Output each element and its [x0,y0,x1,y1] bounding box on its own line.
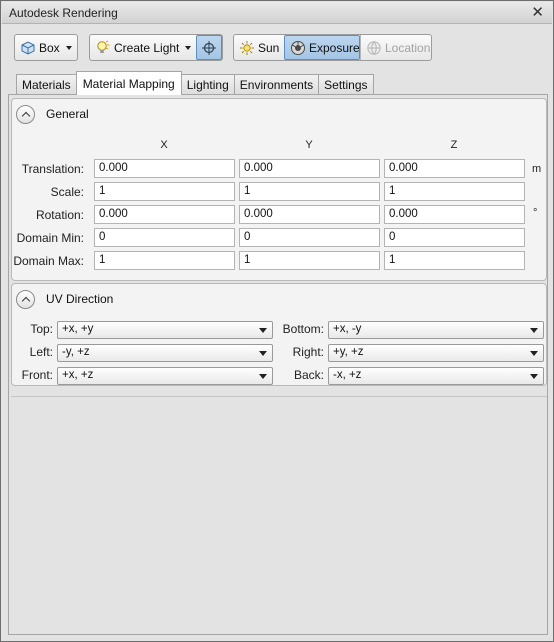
domain-max-z-field[interactable]: 1 [384,251,525,270]
uv-bottom-label: Bottom: [282,322,324,336]
box-group: Box [14,34,78,61]
sun-group: Sun Exposure Location [233,34,432,61]
light-target-button[interactable] [196,35,222,60]
uv-back-label: Back: [293,368,324,382]
window-title: Autodesk Rendering [9,6,118,20]
uv-back-select[interactable]: -x, +z [328,367,544,385]
general-header: General [16,104,89,124]
domain-max-y-field[interactable]: 1 [239,251,380,270]
tab-settings[interactable]: Settings [318,74,374,95]
scale-z-field[interactable]: 1 [384,182,525,201]
tab-environments[interactable]: Environments [233,74,320,95]
translation-y-field[interactable]: 0.000 [239,159,380,178]
rotation-x-field[interactable]: 0.000 [94,205,235,224]
uv-direction-header: UV Direction [16,289,113,309]
uv-bottom-select[interactable]: +x, -y [328,321,544,339]
domain-min-y-field[interactable]: 0 [239,228,380,247]
chevron-down-icon [530,351,538,356]
chevron-down-icon [65,45,72,50]
domain-max-x-field[interactable]: 1 [94,251,235,270]
domain-min-label: Domain Min: [16,231,84,245]
translation-x-field[interactable]: 0.000 [94,159,235,178]
axis-x-label: X [160,139,168,151]
chevron-down-icon [185,45,192,50]
exposure-button[interactable]: Exposure [284,35,360,60]
tab-material-mapping[interactable]: Material Mapping [75,71,182,95]
uv-left-select[interactable]: -y, +z [57,344,273,362]
chevron-down-icon [530,374,538,379]
translation-z-field[interactable]: 0.000 [384,159,525,178]
box-button[interactable]: Box [15,35,78,60]
domain-min-z-field[interactable]: 0 [384,228,525,247]
uv-front-select[interactable]: +x, +z [57,367,273,385]
uv-left-value: -y, +z [62,346,90,358]
tab-strip: Materials Material Mapping Lighting Envi… [16,71,374,95]
uv-right-value: +y, +z [333,346,364,358]
light-group: Create Light [89,34,223,61]
rotation-z-field[interactable]: 0.000 [384,205,525,224]
globe-icon [366,40,382,56]
chevron-down-icon [259,328,267,333]
create-light-label: Create Light [114,40,180,55]
axis-z-label: Z [450,139,458,151]
uv-front-value: +x, +z [62,369,94,381]
location-button[interactable]: Location [360,35,432,60]
chevron-down-icon [530,328,538,333]
rotation-unit: ° [533,207,538,219]
create-light-button[interactable]: Create Light [90,35,196,60]
exposure-label: Exposure [309,40,360,55]
domain-min-x-field[interactable]: 0 [94,228,235,247]
box-label: Box [39,40,60,55]
light-bulb-icon [95,40,111,56]
uv-bottom-value: +x, -y [333,323,362,335]
uv-right-label: Right: [292,345,324,359]
tab-content: General X Y Z Translation: 0.000 0.000 0… [8,94,548,635]
rendering-window: Autodesk Rendering ✕ Box Create Light Su… [0,0,554,642]
collapse-icon[interactable] [16,104,35,124]
scale-y-field[interactable]: 1 [239,182,380,201]
general-title: General [46,107,89,121]
translation-label: Translation: [21,162,84,176]
chevron-down-icon [259,374,267,379]
box-icon [20,40,36,56]
scale-x-field[interactable]: 1 [94,182,235,201]
uv-front-label: Front: [21,368,53,382]
rotation-label: Rotation: [35,208,84,222]
uv-right-select[interactable]: +y, +z [328,344,544,362]
sun-button[interactable]: Sun [234,35,284,60]
uv-direction-section: UV Direction Top: +x, +y Bottom: +x, -y … [11,283,547,386]
tab-lighting[interactable]: Lighting [180,74,235,95]
target-icon [201,40,217,56]
close-icon[interactable]: ✕ [531,3,544,21]
title-bar: Autodesk Rendering ✕ [2,2,552,24]
uv-left-label: Left: [29,345,53,359]
scale-label: Scale: [50,185,84,199]
uv-back-value: -x, +z [333,369,362,381]
collapse-icon[interactable] [16,289,35,309]
sun-label: Sun [258,40,280,55]
uv-direction-title: UV Direction [46,292,114,306]
sun-icon [239,40,255,56]
uv-top-label: Top: [30,322,53,336]
rotation-y-field[interactable]: 0.000 [239,205,380,224]
tab-materials[interactable]: Materials [16,74,77,95]
translation-unit: m [532,163,542,175]
general-section: General X Y Z Translation: 0.000 0.000 0… [11,98,547,281]
chevron-down-icon [259,351,267,356]
empty-panel-area [11,396,547,632]
axis-y-label: Y [305,139,313,151]
domain-max-label: Domain Max: [13,254,84,268]
uv-top-value: +x, +y [62,323,94,335]
location-label: Location [385,40,431,55]
uv-top-select[interactable]: +x, +y [57,321,273,339]
exposure-icon [290,40,306,56]
